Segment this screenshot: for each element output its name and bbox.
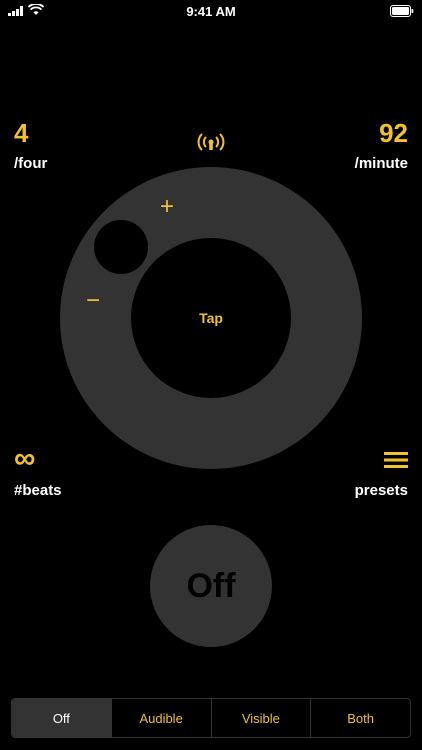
- tap-button[interactable]: Tap: [131, 238, 291, 398]
- tempo-label: /minute: [354, 155, 408, 172]
- beats-label: #beats: [14, 482, 62, 499]
- vibrate-icon[interactable]: [196, 132, 226, 152]
- meter-label: /four: [14, 155, 48, 172]
- infinity-icon[interactable]: ∞: [14, 442, 35, 476]
- power-button[interactable]: Off: [150, 525, 272, 647]
- meter-value[interactable]: 4: [14, 118, 28, 149]
- tempo-value[interactable]: 92: [379, 118, 408, 149]
- mode-tab-both[interactable]: Both: [310, 699, 410, 737]
- menu-icon[interactable]: [384, 451, 408, 469]
- mode-tab-audible[interactable]: Audible: [110, 699, 211, 737]
- mode-tab-off[interactable]: Off: [12, 699, 111, 737]
- presets-label[interactable]: presets: [355, 482, 408, 499]
- status-time: 9:41 AM: [186, 4, 236, 19]
- increase-button[interactable]: +: [160, 195, 174, 219]
- battery-icon: [390, 5, 414, 17]
- status-bar: 9:41 AM: [0, 0, 422, 22]
- decrease-button[interactable]: −: [86, 289, 100, 313]
- mode-tab-visible[interactable]: Visible: [210, 699, 311, 737]
- mode-segmented-control: Off Audible Visible Both: [11, 698, 411, 738]
